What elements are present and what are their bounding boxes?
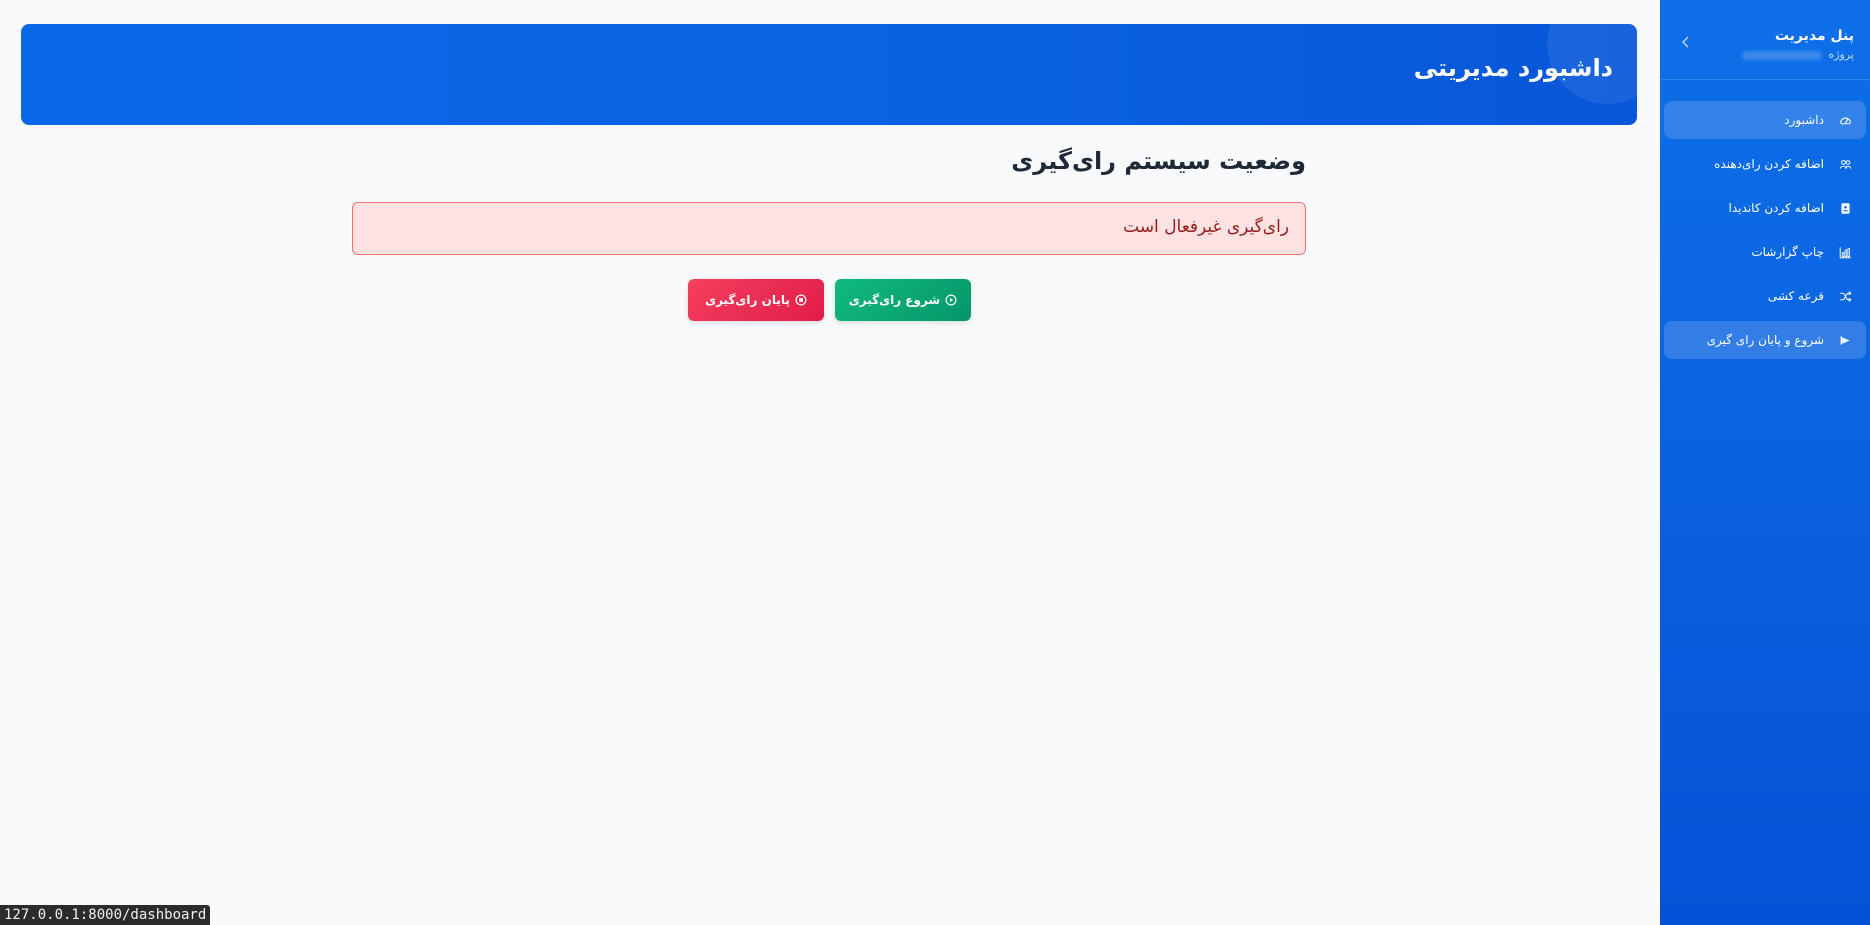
browser-status-url: 127.0.0.1:8000/dashboard — [0, 905, 211, 925]
sidebar-item-label: داشبورد — [1784, 113, 1824, 127]
page-title: داشبورد مدیریتی — [1413, 54, 1613, 82]
users-icon — [1838, 157, 1852, 171]
sidebar-item-start-end-voting[interactable]: شروع و پایان رای گیری — [1664, 321, 1866, 359]
section-title: وضعیت سیستم رای‌گیری — [1011, 147, 1306, 175]
shuffle-icon — [1838, 289, 1852, 303]
bar-chart-icon — [1838, 245, 1852, 259]
id-card-icon — [1838, 201, 1852, 215]
sidebar-item-label: اضافه کردن رای‌دهنده — [1714, 157, 1824, 171]
sidebar: پنل مدیریت پروژه داشبورد اضافه کردن رای‌… — [1660, 0, 1870, 925]
sidebar-item-add-voter[interactable]: اضافه کردن رای‌دهنده — [1664, 145, 1866, 183]
gauge-icon — [1838, 113, 1852, 127]
sidebar-item-label: قرعه کشی — [1767, 289, 1824, 303]
sidebar-title: پنل مدیریت — [1774, 28, 1854, 44]
end-voting-button[interactable]: پایان رای‌گیری — [688, 279, 824, 321]
status-alert-text: رای‌گیری غیرفعال است — [1123, 217, 1289, 237]
sidebar-item-add-candidate[interactable]: اضافه کردن کاندیدا — [1664, 189, 1866, 227]
sidebar-subtitle: پروژه — [1676, 48, 1854, 61]
play-circle-icon — [945, 294, 957, 306]
end-voting-label: پایان رای‌گیری — [705, 293, 790, 307]
sidebar-item-label: شروع و پایان رای گیری — [1706, 333, 1824, 347]
sidebar-header: پنل مدیریت پروژه — [1660, 0, 1870, 80]
start-voting-button[interactable]: شروع رای‌گیری — [835, 279, 971, 321]
sidebar-item-dashboard[interactable]: داشبورد — [1664, 101, 1866, 139]
sidebar-item-label: چاپ گزارشات — [1751, 245, 1824, 259]
sidebar-item-reports[interactable]: چاپ گزارشات — [1664, 233, 1866, 271]
redacted-text — [1742, 50, 1823, 60]
status-alert: رای‌گیری غیرفعال است — [352, 202, 1306, 255]
sidebar-nav: داشبورد اضافه کردن رای‌دهنده اضافه کردن … — [1660, 80, 1870, 359]
stop-circle-icon — [795, 294, 807, 306]
sidebar-item-lottery[interactable]: قرعه کشی — [1664, 277, 1866, 315]
flag-icon — [1838, 333, 1852, 347]
chevron-left-icon[interactable] — [1678, 34, 1694, 50]
header-banner: داشبورد مدیریتی — [21, 24, 1637, 125]
sidebar-subtitle-text: پروژه — [1828, 48, 1854, 61]
start-voting-label: شروع رای‌گیری — [848, 293, 941, 307]
sidebar-item-label: اضافه کردن کاندیدا — [1728, 201, 1824, 215]
